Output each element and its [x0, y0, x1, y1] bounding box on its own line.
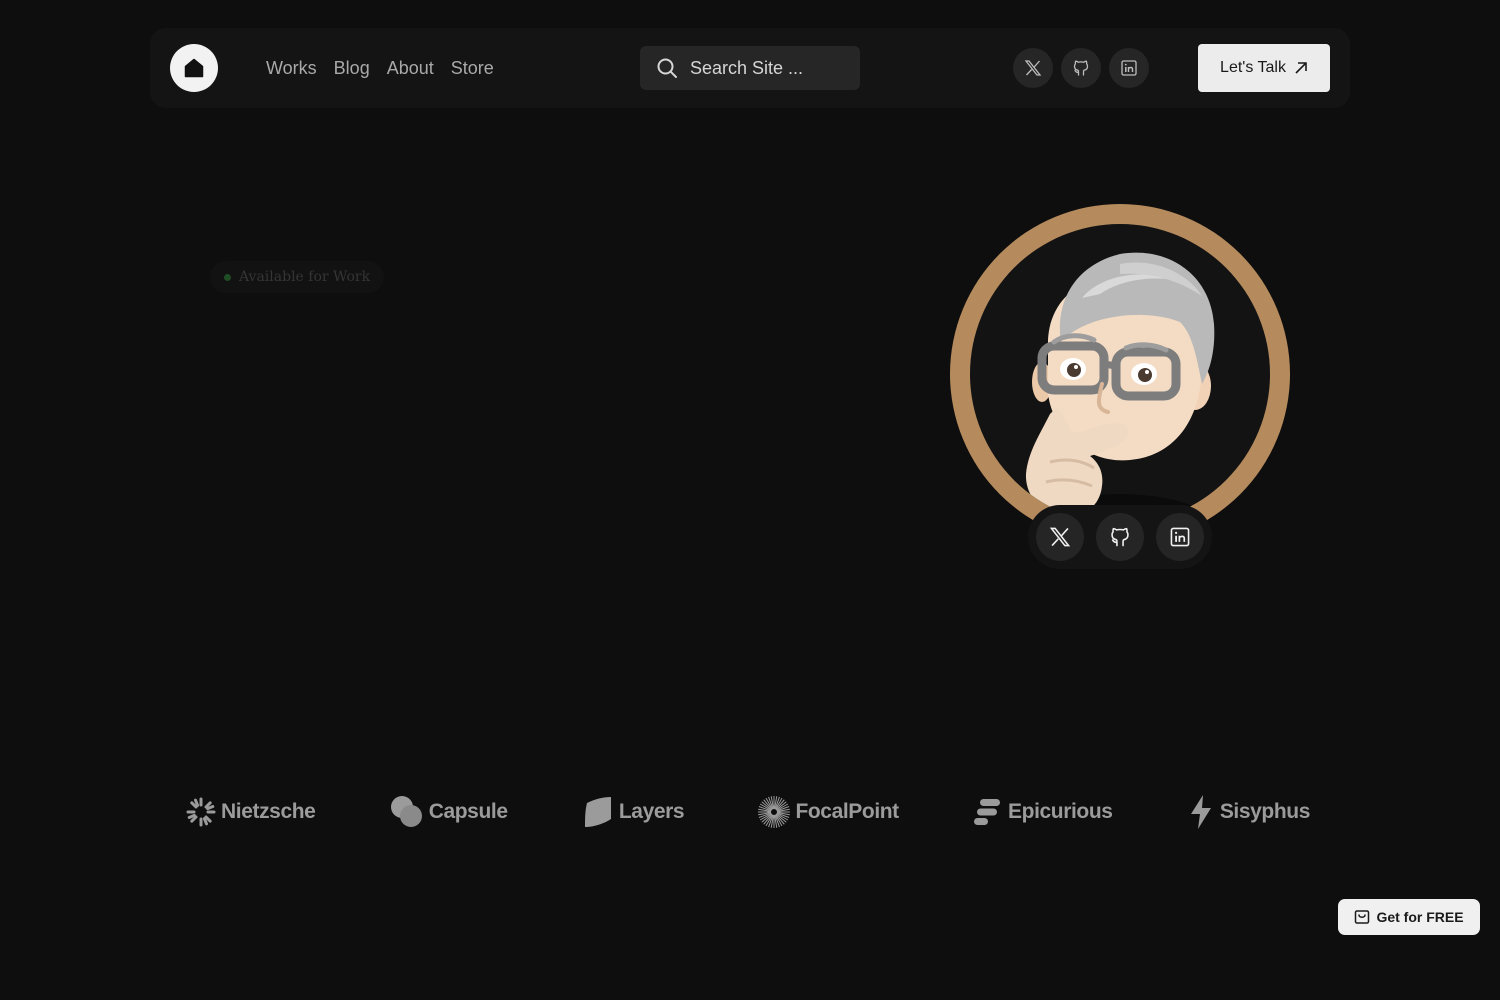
search-icon [657, 58, 677, 78]
starburst-icon [758, 796, 791, 828]
memoji-illustration [1025, 252, 1215, 524]
lets-talk-button[interactable]: Let's Talk [1198, 44, 1330, 92]
status-dot [224, 273, 231, 281]
x-icon [1049, 527, 1071, 547]
get-for-free-button[interactable]: Get for FREE [1338, 899, 1480, 935]
page: Works Blog About Store Search Site ... L… [0, 0, 1500, 1000]
nav-links: Works Blog About Store [266, 28, 494, 108]
linkedin-icon [1170, 527, 1190, 547]
avatar-linkedin-button[interactable] [1156, 513, 1204, 561]
capsule-icon [390, 796, 422, 827]
linkedin-icon [1121, 60, 1137, 76]
logo-sisyphus: Sisyphus [1186, 794, 1310, 830]
home-button[interactable] [170, 44, 218, 92]
logo-capsule: Capsule [389, 794, 508, 830]
search-box[interactable] [640, 46, 860, 90]
avatar-socials [1028, 505, 1212, 569]
arrow-up-right-icon [1295, 62, 1307, 74]
logo-name: Sisyphus [1219, 800, 1311, 823]
get-for-free-label: Get for FREE [1376, 909, 1464, 925]
logo-layers: Layers [581, 795, 685, 829]
github-icon [1073, 60, 1089, 76]
bag-icon [1355, 910, 1370, 924]
nav-link-works[interactable]: Works [266, 58, 317, 79]
nav-link-blog[interactable]: Blog [334, 58, 370, 79]
navbar: Works Blog About Store Search Site ... L… [150, 28, 1350, 108]
logo-name: FocalPoint [795, 800, 899, 823]
logo-nietzsche: Nietzsche [185, 796, 316, 828]
search-input[interactable] [690, 57, 850, 79]
x-button[interactable] [1013, 48, 1053, 88]
logo-epicurious: Epicurious [972, 796, 1113, 828]
client-logos: Nietzsche Capsule Layers FocalPoint Epic… [185, 792, 1310, 832]
logo-name: Nietzsche [221, 800, 316, 823]
avatar [950, 204, 1290, 544]
avatar-image [970, 224, 1270, 524]
layers-icon [584, 797, 611, 827]
logo-name: Epicurious [1008, 800, 1113, 823]
nav-link-about[interactable]: About [387, 58, 434, 79]
linkedin-button[interactable] [1109, 48, 1149, 88]
avatar-github-button[interactable] [1096, 513, 1144, 561]
nav-socials [1013, 48, 1149, 88]
sunburst-icon [186, 797, 216, 827]
logo-focalpoint: FocalPoint [757, 795, 899, 829]
availability-text: Available for Work [239, 269, 371, 285]
github-button[interactable] [1061, 48, 1101, 88]
home-icon [184, 58, 204, 78]
bolt-icon [1190, 795, 1211, 829]
nav-link-store[interactable]: Store [451, 58, 494, 79]
availability-badge: Available for Work [210, 261, 385, 293]
epicurious-icon [974, 799, 1001, 825]
avatar-x-button[interactable] [1036, 513, 1084, 561]
x-icon [1024, 60, 1042, 76]
github-icon [1111, 527, 1129, 547]
logo-name: Capsule [428, 800, 508, 823]
logo-name: Layers [618, 800, 685, 823]
lets-talk-label: Let's Talk [1220, 59, 1286, 76]
